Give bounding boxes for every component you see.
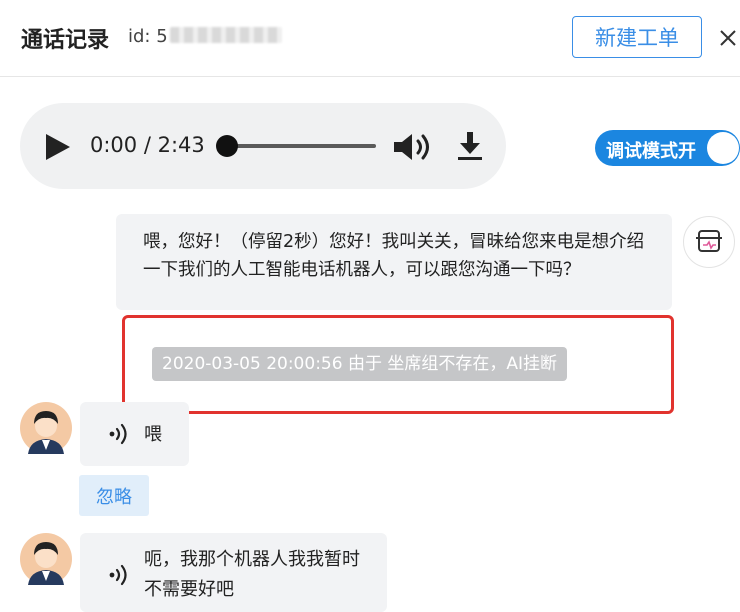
user-avatar bbox=[20, 402, 72, 454]
highlight-annotation bbox=[122, 315, 674, 414]
toggle-knob bbox=[707, 132, 739, 164]
progress-track[interactable] bbox=[228, 144, 376, 148]
user-message-text: 喂 bbox=[144, 424, 162, 445]
audio-player: 0:00 / 2:43 bbox=[20, 103, 506, 189]
ignore-button[interactable]: 忽略 bbox=[79, 475, 149, 516]
user-message-bubble: 呃，我那个机器人我我暂时不需要好吧 bbox=[80, 533, 387, 612]
progress-knob[interactable] bbox=[216, 135, 238, 157]
user-message-bubble: 喂 bbox=[80, 402, 189, 466]
debug-mode-label: 调试模式开 bbox=[606, 141, 696, 162]
debug-mode-toggle[interactable]: 调试模式开 bbox=[595, 130, 740, 166]
voice-wave-icon[interactable] bbox=[107, 422, 131, 450]
play-icon[interactable] bbox=[44, 133, 72, 165]
dialog-title: 通话记录 bbox=[21, 28, 110, 53]
volume-icon[interactable] bbox=[392, 131, 436, 167]
download-icon[interactable] bbox=[456, 130, 484, 166]
call-id-text: id: 5 bbox=[128, 26, 168, 47]
new-ticket-button[interactable]: 新建工单 bbox=[572, 16, 702, 58]
close-icon[interactable] bbox=[716, 26, 740, 50]
user-message-text: 呃，我那个机器人我我暂时不需要好吧 bbox=[144, 549, 360, 600]
id-redaction bbox=[169, 27, 282, 43]
dialog-header: 通话记录 id: 5 新建工单 bbox=[0, 0, 740, 77]
bot-message-bubble: 喂，您好！（停留2秒）您好！我叫关关，冒昧给您来电是想介绍一下我们的人工智能电话… bbox=[116, 214, 672, 310]
voice-wave-icon[interactable] bbox=[107, 563, 131, 591]
user-avatar bbox=[20, 533, 72, 585]
call-id: id: 5 bbox=[128, 26, 282, 47]
time-display: 0:00 / 2:43 bbox=[90, 133, 205, 157]
robot-avatar-icon bbox=[683, 216, 735, 268]
bot-message-text: 喂，您好！（停留2秒）您好！我叫关关，冒昧给您来电是想介绍一下我们的人工智能电话… bbox=[143, 232, 645, 280]
